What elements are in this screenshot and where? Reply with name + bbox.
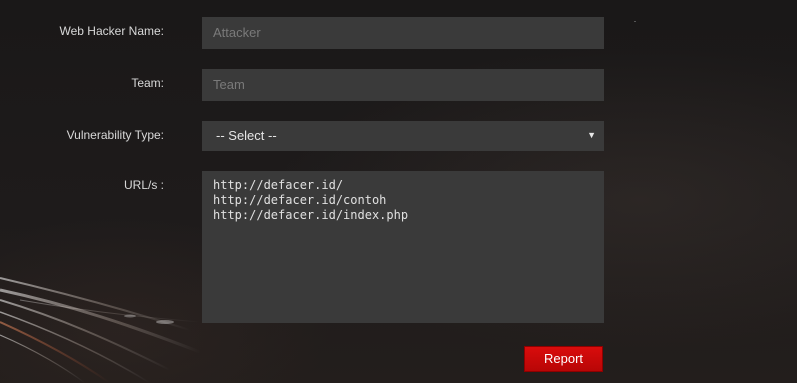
hacker-name-input[interactable]: [202, 17, 604, 49]
report-button[interactable]: Report: [524, 346, 603, 372]
vulnerability-type-select[interactable]: -- Select -- ▼: [202, 121, 604, 151]
vulnerability-type-selected: -- Select --: [216, 128, 277, 143]
vulnerability-type-label: Vulnerability Type:: [66, 128, 164, 142]
urls-label: URL/s :: [123, 178, 164, 192]
chevron-down-icon: ▼: [587, 130, 596, 140]
team-label: Team:: [131, 76, 164, 90]
urls-textarea[interactable]: http://defacer.id/ http://defacer.id/con…: [202, 171, 604, 323]
hacker-name-label: Web Hacker Name:: [59, 24, 164, 38]
team-input[interactable]: [202, 69, 604, 101]
